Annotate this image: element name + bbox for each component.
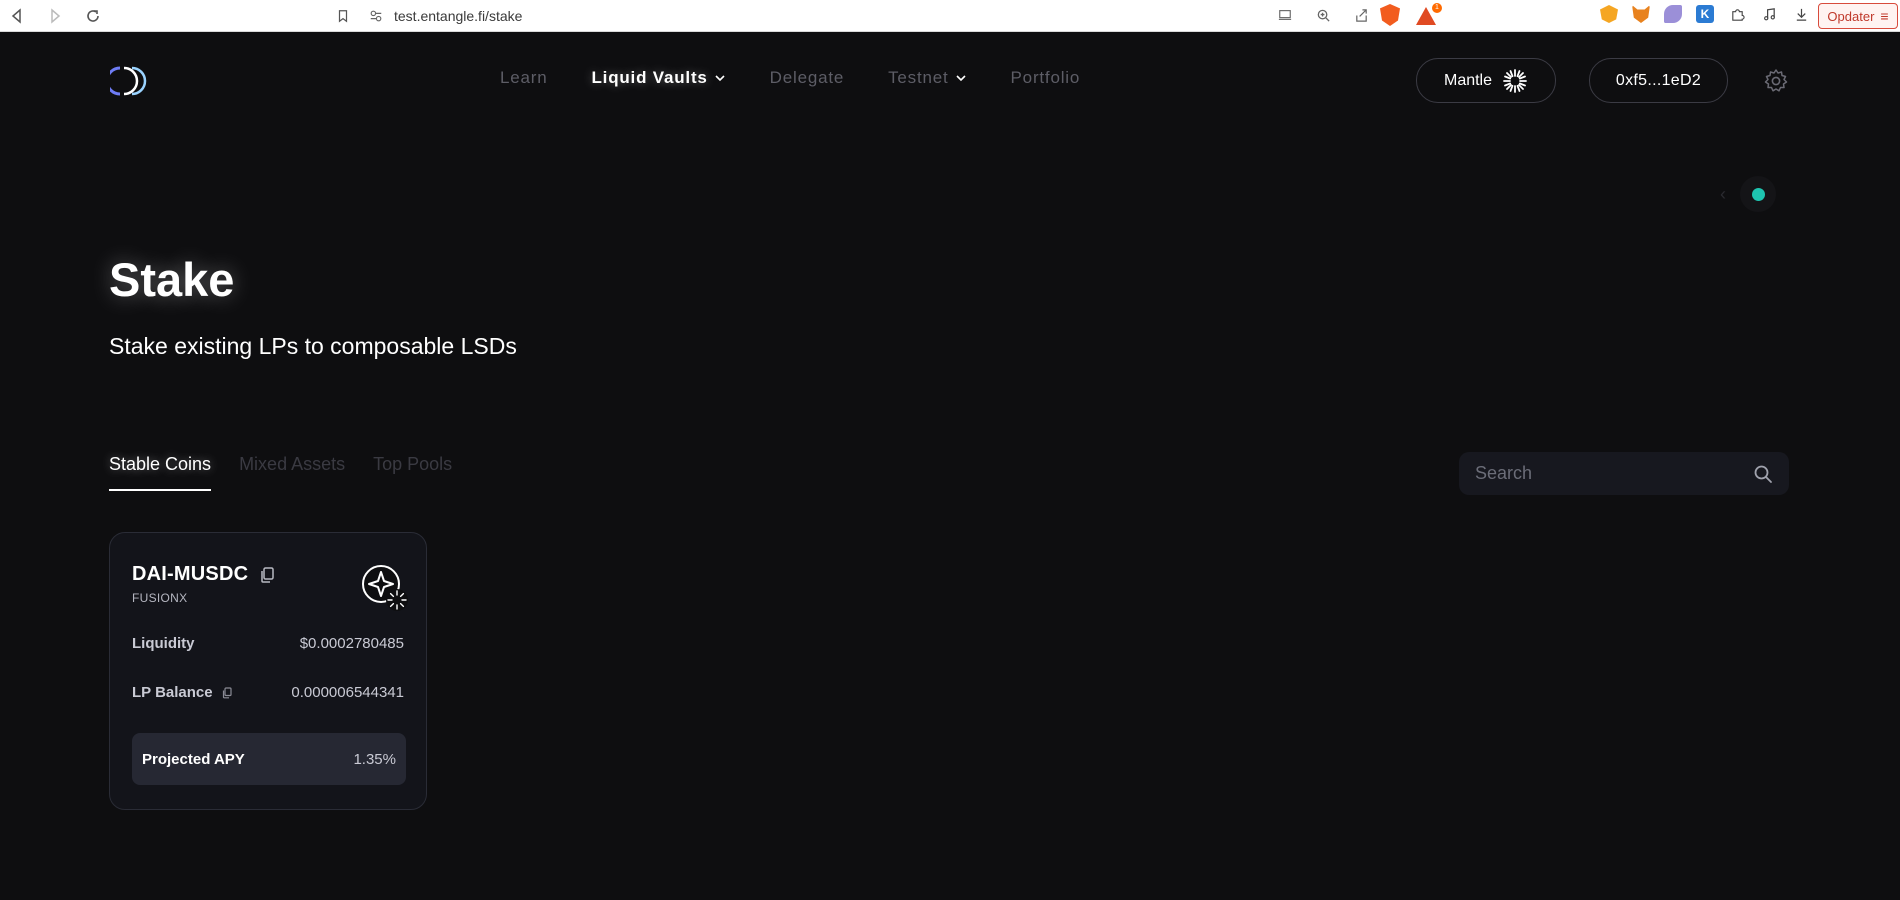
nav-liquid-vaults[interactable]: Liquid Vaults <box>591 68 725 88</box>
nav-learn-label: Learn <box>500 68 548 87</box>
brave-rewards-icon[interactable]: 1 <box>1416 3 1442 25</box>
tab-top-pools[interactable]: Top Pools <box>373 454 452 491</box>
wallet-address-label: 0xf5...1eD2 <box>1615 71 1702 89</box>
nav-delegate[interactable]: Delegate <box>770 68 844 88</box>
nav-portfolio-label: Portfolio <box>1010 68 1081 87</box>
copy-icon[interactable] <box>221 686 233 699</box>
extension-shield-icon[interactable] <box>1600 5 1618 23</box>
nav-testnet[interactable]: Testnet <box>888 68 966 88</box>
url-text[interactable]: test.entangle.fi/stake <box>394 8 522 24</box>
menu-icon: ≡ <box>1880 8 1889 24</box>
lp-balance-label-row: LP Balance <box>132 684 233 701</box>
projected-apy-value: 1.35% <box>353 750 396 768</box>
wallet-address-button[interactable]: 0xf5...1eD2 <box>1589 58 1728 103</box>
share-icon[interactable] <box>1351 5 1371 25</box>
extension-k-icon[interactable]: K <box>1696 5 1714 23</box>
download-icon[interactable] <box>1792 5 1810 23</box>
theme-toggle-knob[interactable] <box>1740 176 1776 212</box>
reload-icon[interactable] <box>82 5 104 27</box>
lp-balance-label: LP Balance <box>132 684 213 701</box>
search-box <box>1459 452 1789 495</box>
lp-balance-value: 0.000006544341 <box>291 684 404 701</box>
projected-apy-box: Projected APY 1.35% <box>132 733 406 785</box>
nav-liquid-vaults-label: Liquid Vaults <box>591 68 708 87</box>
gear-icon[interactable] <box>1763 68 1789 94</box>
forward-icon[interactable] <box>44 5 66 27</box>
browser-toolbar: test.entangle.fi/stake 1 K Opdater ≡ <box>0 0 1900 32</box>
back-icon[interactable] <box>6 5 28 27</box>
chevron-down-icon <box>955 72 967 84</box>
site-info-icon[interactable] <box>368 8 384 24</box>
token-pair-icon <box>362 565 408 611</box>
search-input[interactable] <box>1475 463 1753 484</box>
entangle-logo[interactable] <box>110 64 150 98</box>
network-label: Mantle <box>1443 71 1493 89</box>
updater-label: Opdater <box>1827 8 1875 24</box>
projected-apy-label: Projected APY <box>142 750 245 768</box>
liquidity-value: $0.0002780485 <box>299 635 404 652</box>
nav-delegate-label: Delegate <box>769 68 845 87</box>
extensions-puzzle-icon[interactable] <box>1728 5 1746 23</box>
cast-icon[interactable] <box>1275 5 1295 25</box>
tab-stable-coins[interactable]: Stable Coins <box>109 454 212 491</box>
pool-card[interactable]: DAI-MUSDC FUSIONX Liquidity $0.000278048… <box>109 532 427 810</box>
theme-toggle[interactable]: ‹ <box>1720 176 1776 212</box>
nav-portfolio[interactable]: Portfolio <box>1011 68 1081 88</box>
nav-learn[interactable]: Learn <box>500 68 547 88</box>
chevron-left-icon: ‹ <box>1720 183 1726 204</box>
extension-leaf-icon[interactable] <box>1664 5 1682 23</box>
mantle-network-icon <box>1503 68 1527 93</box>
category-tabs: Stable Coins Mixed Assets Top Pools <box>109 454 452 491</box>
copy-icon[interactable] <box>258 566 276 584</box>
tab-mixed-assets[interactable]: Mixed Assets <box>239 454 345 491</box>
notification-badge: 1 <box>1432 3 1442 13</box>
chevron-down-icon <box>714 72 726 84</box>
updater-button[interactable]: Opdater ≡ <box>1818 3 1898 29</box>
brave-shields-icon[interactable] <box>1380 4 1400 26</box>
zoom-icon[interactable] <box>1313 5 1333 25</box>
liquidity-label: Liquidity <box>132 635 195 652</box>
bookmark-icon[interactable] <box>332 5 354 27</box>
search-icon[interactable] <box>1753 464 1773 484</box>
pool-protocol: FUSIONX <box>132 591 188 605</box>
nav-testnet-label: Testnet <box>888 68 949 87</box>
page-subtitle: Stake existing LPs to composable LSDs <box>109 333 517 359</box>
metamask-icon[interactable] <box>1632 5 1650 23</box>
pool-name: DAI-MUSDC <box>132 563 249 585</box>
media-icon[interactable] <box>1760 5 1778 23</box>
theme-dot-icon <box>1751 187 1765 201</box>
network-selector-button[interactable]: Mantle <box>1416 58 1556 103</box>
page-title: Stake <box>109 253 235 306</box>
main-nav: Learn Liquid Vaults Delegate Testnet Por… <box>500 68 1080 88</box>
